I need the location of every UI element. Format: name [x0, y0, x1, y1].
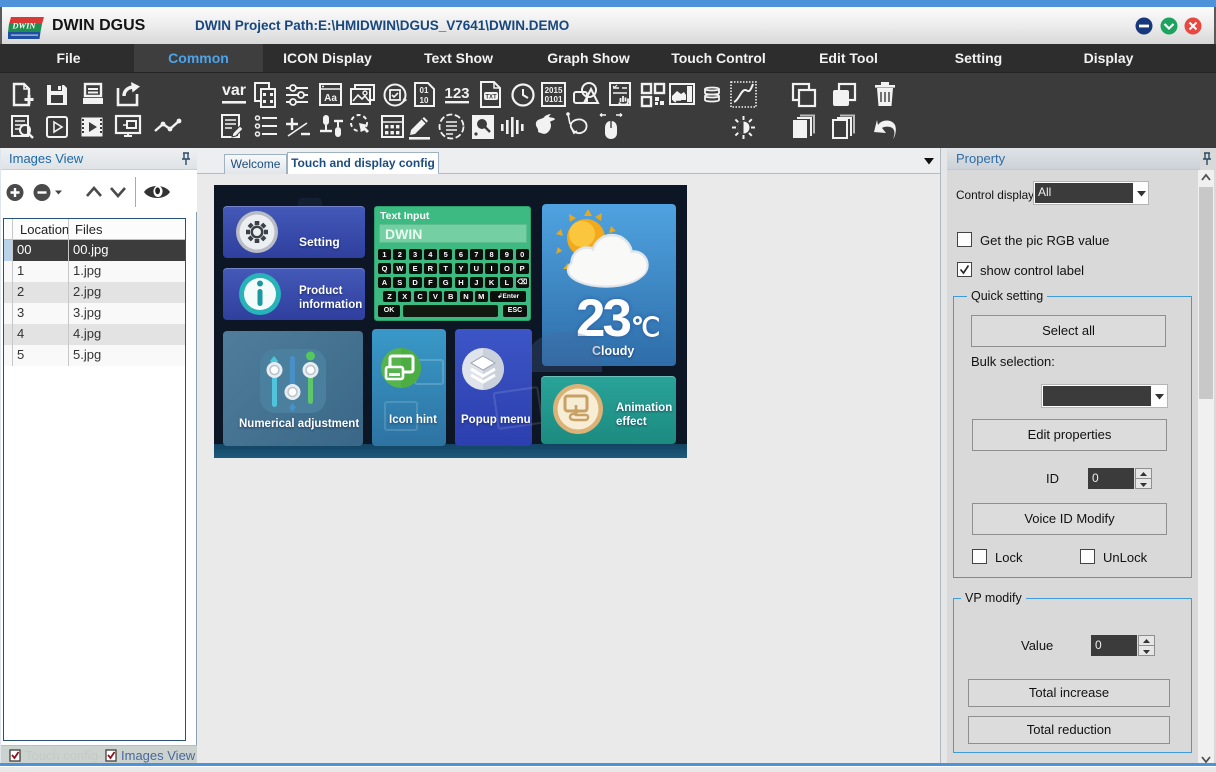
svg-text:DWIN: DWIN	[11, 21, 36, 31]
svg-text:Aa: Aa	[324, 93, 337, 104]
svg-text:123: 123	[444, 85, 469, 102]
svg-text:0101: 0101	[545, 95, 563, 104]
svg-text:2015: 2015	[545, 86, 563, 95]
svg-text:var: var	[222, 82, 246, 99]
svg-text:01: 01	[420, 86, 429, 95]
svg-text:TXT: TXT	[485, 95, 497, 101]
svg-text:10: 10	[420, 96, 429, 105]
